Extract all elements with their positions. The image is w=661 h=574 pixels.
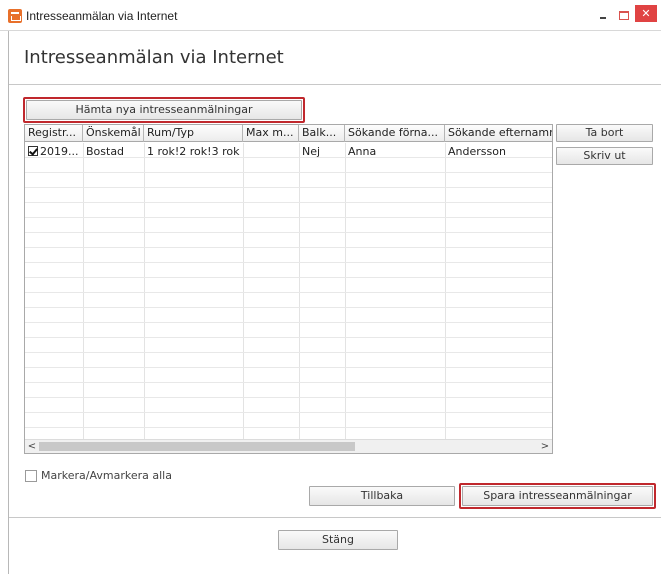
scroll-right-icon[interactable]: >	[538, 440, 552, 453]
table-body: 2019... Bostad 1 rok!2 rok!3 rok Nej Ann…	[25, 143, 552, 439]
row-divider	[25, 322, 552, 323]
row-divider	[25, 427, 552, 428]
select-all-checkbox[interactable]	[25, 470, 37, 482]
row-divider	[25, 397, 552, 398]
cell-wish: Bostad	[86, 145, 125, 158]
minimize-icon[interactable]	[597, 8, 611, 22]
cell-balcony: Nej	[302, 145, 321, 158]
row-divider	[25, 217, 552, 218]
column-header[interactable]: Registr...	[25, 125, 83, 142]
close-icon[interactable]: ✕	[635, 5, 657, 22]
window-titlebar: Intresseanmälan via Internet ✕	[0, 0, 661, 31]
cell-max	[243, 145, 299, 159]
close-button[interactable]: Stäng	[278, 530, 398, 550]
scrollbar-thumb[interactable]	[39, 442, 355, 451]
row-divider	[25, 247, 552, 248]
row-divider	[25, 232, 552, 233]
row-divider	[25, 277, 552, 278]
horizontal-scrollbar[interactable]: < >	[25, 439, 552, 453]
column-header[interactable]: Balk...	[299, 125, 345, 142]
column-header[interactable]: Sökande förna...	[345, 125, 445, 142]
fetch-applications-button[interactable]: Hämta nya intresseanmälningar	[26, 100, 302, 120]
row-divider	[25, 172, 552, 173]
row-divider	[25, 382, 552, 383]
column-header[interactable]: Önskemål	[83, 125, 144, 142]
table-header: Registr... Önskemål Rum/Typ Max m... Bal…	[25, 125, 552, 142]
footer-divider	[9, 517, 661, 518]
checkbox-checked-icon[interactable]	[28, 146, 38, 156]
row-divider	[25, 337, 552, 338]
cell-last-name: Andersson	[448, 145, 506, 158]
row-divider	[25, 352, 552, 353]
page-title: Intresseanmälan via Internet	[24, 47, 284, 68]
print-button[interactable]: Skriv ut	[556, 147, 653, 165]
save-applications-button[interactable]: Spara intresseanmälningar	[462, 486, 653, 506]
back-button[interactable]: Tillbaka	[309, 486, 455, 506]
row-divider	[25, 187, 552, 188]
row-divider	[25, 202, 552, 203]
cell-first-name: Anna	[348, 145, 377, 158]
row-divider	[25, 367, 552, 368]
applications-table[interactable]: Registr... Önskemål Rum/Typ Max m... Bal…	[24, 124, 553, 454]
app-icon	[8, 9, 22, 23]
row-divider	[25, 262, 552, 263]
cell-room-type: 1 rok!2 rok!3 rok	[147, 145, 240, 158]
column-header[interactable]: Sökande efternamn	[445, 125, 552, 142]
header-divider	[9, 84, 661, 85]
select-all-label[interactable]: Markera/Avmarkera alla	[41, 469, 172, 482]
scroll-left-icon[interactable]: <	[25, 440, 39, 453]
window-title: Intresseanmälan via Internet	[26, 9, 178, 23]
row-divider	[25, 412, 552, 413]
column-header[interactable]: Rum/Typ	[144, 125, 243, 142]
cell-registered: 2019...	[40, 145, 79, 158]
row-select-cell[interactable]: 2019...	[27, 145, 83, 159]
column-header[interactable]: Max m...	[243, 125, 299, 142]
row-divider	[25, 307, 552, 308]
delete-button[interactable]: Ta bort	[556, 124, 653, 142]
row-divider	[25, 292, 552, 293]
maximize-icon[interactable]	[617, 8, 631, 22]
